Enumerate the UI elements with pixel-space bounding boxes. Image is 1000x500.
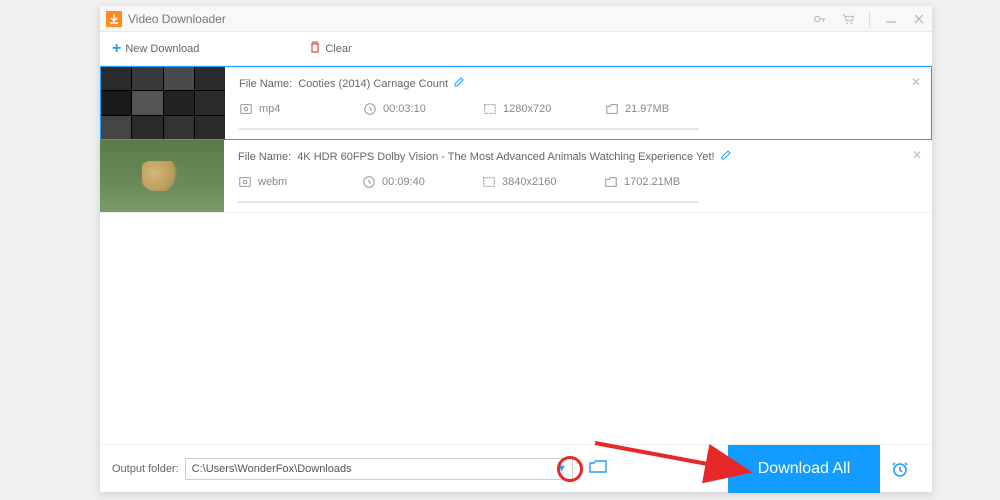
thumbnail: [101, 67, 225, 139]
progress-bar: [238, 201, 698, 203]
clear-button[interactable]: Clear: [309, 41, 351, 56]
size-text: 21.97MB: [625, 103, 669, 115]
plus-icon: +: [112, 41, 121, 57]
clear-label: Clear: [325, 43, 351, 55]
action-bar: + New Download Clear: [100, 32, 932, 66]
progress-bar: [239, 128, 699, 130]
filename-text: 4K HDR 60FPS Dolby Vision - The Most Adv…: [297, 151, 714, 163]
duration-text: 00:03:10: [383, 103, 426, 115]
format-icon: [238, 175, 252, 189]
remove-item-button[interactable]: ✕: [912, 148, 922, 162]
size-icon: [604, 175, 618, 189]
download-list: File Name: Cooties (2014) Carnage Count …: [100, 66, 932, 444]
format-icon: [239, 102, 253, 116]
edit-filename-icon[interactable]: [721, 150, 731, 163]
bottom-bar: Output folder: ▼ Download All: [100, 444, 932, 492]
remove-item-button[interactable]: ✕: [911, 75, 921, 89]
duration-text: 00:09:40: [382, 176, 425, 188]
cart-icon[interactable]: [841, 12, 855, 26]
item-details: File Name: Cooties (2014) Carnage Count …: [225, 67, 931, 139]
download-all-button[interactable]: Download All: [728, 445, 880, 493]
resolution-text: 1280x720: [503, 103, 551, 115]
output-folder-label: Output folder:: [112, 463, 179, 475]
new-download-button[interactable]: + New Download: [112, 41, 199, 57]
schedule-button[interactable]: [880, 459, 920, 479]
app-window: Video Downloader + New Download Clear Fi…: [100, 6, 932, 492]
new-download-label: New Download: [125, 43, 199, 55]
clock-icon: [362, 175, 376, 189]
titlebar: Video Downloader: [100, 6, 932, 32]
divider: [869, 11, 870, 27]
size-icon: [605, 102, 619, 116]
close-button[interactable]: [912, 12, 926, 26]
size-text: 1702.21MB: [624, 176, 680, 188]
browse-folder-button[interactable]: [589, 459, 607, 478]
app-icon: [106, 11, 122, 27]
item-details: File Name: 4K HDR 60FPS Dolby Vision - T…: [224, 140, 932, 212]
output-folder-input[interactable]: [185, 458, 573, 480]
trash-icon: [309, 41, 321, 56]
format-text: mp4: [259, 103, 280, 115]
resolution-text: 3840x2160: [502, 176, 556, 188]
app-title: Video Downloader: [128, 12, 226, 26]
format-text: webm: [258, 176, 287, 188]
edit-filename-icon[interactable]: [454, 77, 464, 90]
minimize-button[interactable]: [884, 12, 898, 26]
key-icon[interactable]: [813, 12, 827, 26]
download-item[interactable]: File Name: 4K HDR 60FPS Dolby Vision - T…: [100, 140, 932, 213]
filename-text: Cooties (2014) Carnage Count: [298, 78, 448, 90]
filename-label: File Name:: [239, 78, 292, 90]
resolution-icon: [483, 102, 497, 116]
filename-label: File Name:: [238, 151, 291, 163]
resolution-icon: [482, 175, 496, 189]
thumbnail: [100, 140, 224, 212]
clock-icon: [363, 102, 377, 116]
download-item[interactable]: File Name: Cooties (2014) Carnage Count …: [100, 66, 932, 140]
